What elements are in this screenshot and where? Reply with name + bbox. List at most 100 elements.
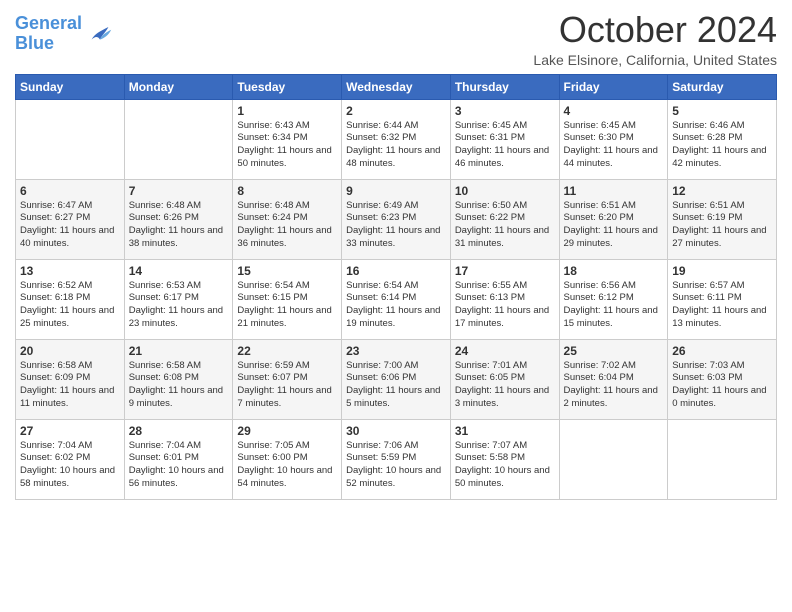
calendar-cell: 28 Sunrise: 7:04 AM Sunset: 6:01 PM Dayli… — [124, 419, 233, 499]
calendar-cell: 10Sunrise: 6:50 AM Sunset: 6:22 PM Dayli… — [450, 179, 559, 259]
day-number: 15 — [237, 264, 337, 278]
day-number: 21 — [129, 344, 229, 358]
calendar-cell: 21Sunrise: 6:58 AM Sunset: 6:08 PM Dayli… — [124, 339, 233, 419]
day-info: Sunrise: 7:05 AM Sunset: 6:00 PM Dayligh… — [237, 440, 337, 491]
calendar-cell: 2 Sunrise: 6:44 AM Sunset: 6:32 PM Daylig… — [342, 99, 451, 179]
day-number: 12 — [672, 184, 772, 198]
logo-bird-icon — [86, 20, 114, 48]
calendar-cell: 3Sunrise: 6:45 AM Sunset: 6:31 PM Daylig… — [450, 99, 559, 179]
day-info: Sunrise: 6:46 AM Sunset: 6:28 PM Dayligh… — [672, 120, 772, 171]
calendar-cell: 18Sunrise: 6:56 AM Sunset: 6:12 PM Dayli… — [559, 259, 668, 339]
calendar-header-row: SundayMondayTuesdayWednesdayThursdayFrid… — [16, 74, 777, 99]
day-info: Sunrise: 6:59 AM Sunset: 6:07 PM Dayligh… — [237, 360, 337, 411]
calendar-cell: 26 Sunrise: 7:03 AM Sunset: 6:03 PM Dayli… — [668, 339, 777, 419]
day-number: 30 — [346, 424, 446, 438]
day-number: 18 — [564, 264, 664, 278]
day-info: Sunrise: 6:53 AM Sunset: 6:17 PM Dayligh… — [129, 280, 229, 331]
day-number: 29 — [237, 424, 337, 438]
day-info: Sunrise: 6:54 AM Sunset: 6:15 PM Dayligh… — [237, 280, 337, 331]
day-info: Sunrise: 6:44 AM Sunset: 6:32 PM Dayligh… — [346, 120, 446, 171]
calendar-cell: 16 Sunrise: 6:54 AM Sunset: 6:14 PM Dayli… — [342, 259, 451, 339]
calendar-body: 1Sunrise: 6:43 AM Sunset: 6:34 PM Daylig… — [16, 99, 777, 499]
logo: General Blue — [15, 14, 114, 54]
calendar-cell: 7Sunrise: 6:48 AM Sunset: 6:26 PM Daylig… — [124, 179, 233, 259]
calendar-cell: 19Sunrise: 6:57 AM Sunset: 6:11 PM Dayli… — [668, 259, 777, 339]
day-number: 13 — [20, 264, 120, 278]
header-cell-tuesday: Tuesday — [233, 74, 342, 99]
calendar-cell: 17Sunrise: 6:55 AM Sunset: 6:13 PM Dayli… — [450, 259, 559, 339]
calendar-cell — [668, 419, 777, 499]
calendar-cell — [16, 99, 125, 179]
day-info: Sunrise: 7:07 AM Sunset: 5:58 PM Dayligh… — [455, 440, 555, 491]
day-number: 8 — [237, 184, 337, 198]
calendar-cell: 29 Sunrise: 7:05 AM Sunset: 6:00 PM Dayli… — [233, 419, 342, 499]
day-number: 2 — [346, 104, 446, 118]
calendar-cell: 4Sunrise: 6:45 AM Sunset: 6:30 PM Daylig… — [559, 99, 668, 179]
day-number: 20 — [20, 344, 120, 358]
header-cell-monday: Monday — [124, 74, 233, 99]
week-row-4: 20 Sunrise: 6:58 AM Sunset: 6:09 PM Dayli… — [16, 339, 777, 419]
calendar-cell: 30 Sunrise: 7:06 AM Sunset: 5:59 PM Dayli… — [342, 419, 451, 499]
day-info: Sunrise: 7:02 AM Sunset: 6:04 PM Dayligh… — [564, 360, 664, 411]
day-info: Sunrise: 6:48 AM Sunset: 6:26 PM Dayligh… — [129, 200, 229, 251]
day-number: 6 — [20, 184, 120, 198]
week-row-2: 6 Sunrise: 6:47 AM Sunset: 6:27 PM Daylig… — [16, 179, 777, 259]
day-info: Sunrise: 7:04 AM Sunset: 6:02 PM Dayligh… — [20, 440, 120, 491]
calendar-table: SundayMondayTuesdayWednesdayThursdayFrid… — [15, 74, 777, 500]
calendar-cell — [559, 419, 668, 499]
header-cell-friday: Friday — [559, 74, 668, 99]
day-info: Sunrise: 6:49 AM Sunset: 6:23 PM Dayligh… — [346, 200, 446, 251]
day-info: Sunrise: 7:03 AM Sunset: 6:03 PM Dayligh… — [672, 360, 772, 411]
calendar-cell: 8Sunrise: 6:48 AM Sunset: 6:24 PM Daylig… — [233, 179, 342, 259]
day-number: 1 — [237, 104, 337, 118]
calendar-cell: 1Sunrise: 6:43 AM Sunset: 6:34 PM Daylig… — [233, 99, 342, 179]
week-row-3: 13 Sunrise: 6:52 AM Sunset: 6:18 PM Dayli… — [16, 259, 777, 339]
calendar-cell: 22Sunrise: 6:59 AM Sunset: 6:07 PM Dayli… — [233, 339, 342, 419]
week-row-5: 27 Sunrise: 7:04 AM Sunset: 6:02 PM Dayli… — [16, 419, 777, 499]
day-info: Sunrise: 7:06 AM Sunset: 5:59 PM Dayligh… — [346, 440, 446, 491]
header-cell-saturday: Saturday — [668, 74, 777, 99]
calendar-cell: 6 Sunrise: 6:47 AM Sunset: 6:27 PM Daylig… — [16, 179, 125, 259]
calendar-cell: 11Sunrise: 6:51 AM Sunset: 6:20 PM Dayli… — [559, 179, 668, 259]
calendar-cell: 9 Sunrise: 6:49 AM Sunset: 6:23 PM Daylig… — [342, 179, 451, 259]
calendar-cell: 15 Sunrise: 6:54 AM Sunset: 6:15 PM Dayli… — [233, 259, 342, 339]
title-block: October 2024 Lake Elsinore, California, … — [533, 10, 777, 68]
day-info: Sunrise: 6:45 AM Sunset: 6:30 PM Dayligh… — [564, 120, 664, 171]
day-number: 19 — [672, 264, 772, 278]
day-info: Sunrise: 6:52 AM Sunset: 6:18 PM Dayligh… — [20, 280, 120, 331]
calendar-cell: 24Sunrise: 7:01 AM Sunset: 6:05 PM Dayli… — [450, 339, 559, 419]
calendar-cell: 23 Sunrise: 7:00 AM Sunset: 6:06 PM Dayli… — [342, 339, 451, 419]
day-number: 5 — [672, 104, 772, 118]
page-container: General Blue October 2024 Lake Elsinore,… — [0, 0, 792, 515]
day-number: 26 — [672, 344, 772, 358]
day-number: 25 — [564, 344, 664, 358]
day-info: Sunrise: 7:00 AM Sunset: 6:06 PM Dayligh… — [346, 360, 446, 411]
day-number: 28 — [129, 424, 229, 438]
calendar-cell: 13 Sunrise: 6:52 AM Sunset: 6:18 PM Dayli… — [16, 259, 125, 339]
calendar-cell: 12 Sunrise: 6:51 AM Sunset: 6:19 PM Dayli… — [668, 179, 777, 259]
calendar-cell: 20 Sunrise: 6:58 AM Sunset: 6:09 PM Dayli… — [16, 339, 125, 419]
day-number: 17 — [455, 264, 555, 278]
day-number: 9 — [346, 184, 446, 198]
day-number: 23 — [346, 344, 446, 358]
calendar-cell: 25 Sunrise: 7:02 AM Sunset: 6:04 PM Dayli… — [559, 339, 668, 419]
header-cell-thursday: Thursday — [450, 74, 559, 99]
day-info: Sunrise: 6:51 AM Sunset: 6:19 PM Dayligh… — [672, 200, 772, 251]
calendar-cell: 27 Sunrise: 7:04 AM Sunset: 6:02 PM Dayli… — [16, 419, 125, 499]
day-number: 24 — [455, 344, 555, 358]
day-info: Sunrise: 6:47 AM Sunset: 6:27 PM Dayligh… — [20, 200, 120, 251]
header-cell-wednesday: Wednesday — [342, 74, 451, 99]
location: Lake Elsinore, California, United States — [533, 52, 777, 68]
day-info: Sunrise: 7:04 AM Sunset: 6:01 PM Dayligh… — [129, 440, 229, 491]
calendar-cell: 5 Sunrise: 6:46 AM Sunset: 6:28 PM Daylig… — [668, 99, 777, 179]
day-number: 16 — [346, 264, 446, 278]
day-number: 27 — [20, 424, 120, 438]
day-info: Sunrise: 6:58 AM Sunset: 6:09 PM Dayligh… — [20, 360, 120, 411]
calendar-cell: 31Sunrise: 7:07 AM Sunset: 5:58 PM Dayli… — [450, 419, 559, 499]
day-info: Sunrise: 6:50 AM Sunset: 6:22 PM Dayligh… — [455, 200, 555, 251]
day-info: Sunrise: 6:54 AM Sunset: 6:14 PM Dayligh… — [346, 280, 446, 331]
month-title: October 2024 — [533, 10, 777, 50]
header-cell-sunday: Sunday — [16, 74, 125, 99]
day-number: 14 — [129, 264, 229, 278]
day-info: Sunrise: 6:45 AM Sunset: 6:31 PM Dayligh… — [455, 120, 555, 171]
